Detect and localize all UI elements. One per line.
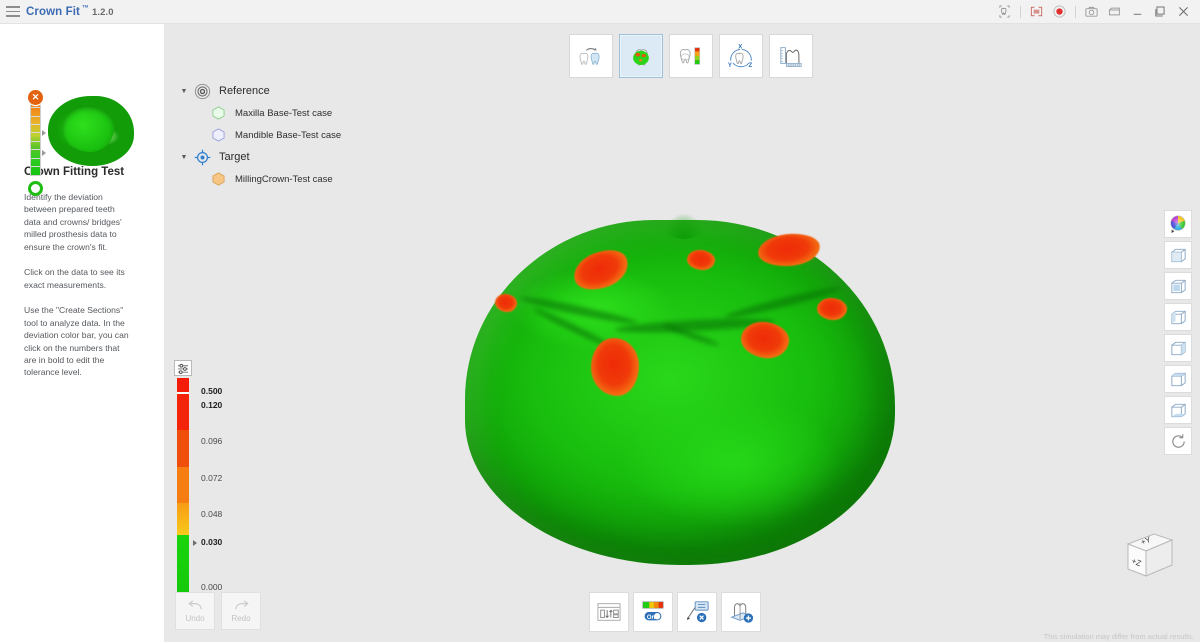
close-icon[interactable] bbox=[1173, 2, 1194, 22]
create-sections-tool[interactable] bbox=[721, 592, 761, 632]
record-icon[interactable] bbox=[1049, 2, 1070, 22]
tree-group-reference[interactable]: ▼ Reference bbox=[177, 80, 407, 102]
thumbnail-color-bar bbox=[30, 98, 41, 176]
target-crosshair-icon bbox=[191, 149, 213, 166]
legend-value-5[interactable]: 0.030 bbox=[201, 537, 222, 547]
tree-item-mandible-base-label: Mandible Base-Test case bbox=[235, 129, 342, 141]
svg-text:On: On bbox=[647, 615, 656, 621]
view-right-tool[interactable] bbox=[1164, 334, 1192, 362]
trademark-symbol: ™ bbox=[81, 5, 90, 13]
app-version-text: 1.2.0 bbox=[92, 6, 114, 18]
svg-text:Y: Y bbox=[728, 63, 732, 69]
maxilla-color-swatch-icon bbox=[207, 106, 229, 120]
color-bar-scale[interactable]: 0.500 0.120 0.096 0.072 0.048 0.030 0.00… bbox=[177, 378, 222, 594]
gallery-icon[interactable] bbox=[1104, 2, 1125, 22]
align-data-tool[interactable] bbox=[569, 34, 613, 78]
bottom-toolbar: On bbox=[589, 592, 761, 632]
chevron-down-icon[interactable]: ▼ bbox=[177, 88, 191, 95]
camera-icon[interactable] bbox=[1081, 2, 1102, 22]
view-top-tool[interactable] bbox=[1164, 365, 1192, 393]
color-wheel-tool[interactable] bbox=[1164, 210, 1192, 238]
crown-preview-thumbnail[interactable]: ✕ bbox=[0, 24, 165, 196]
history-controls: Undo Redo bbox=[175, 592, 261, 630]
mandible-color-swatch-icon bbox=[207, 128, 229, 142]
minimize-icon[interactable] bbox=[1127, 2, 1148, 22]
tree-item-milling-crown-label: MillingCrown-Test case bbox=[235, 173, 333, 185]
reset-view-tool[interactable] bbox=[1164, 427, 1192, 455]
legend-value-6: 0.000 bbox=[201, 582, 223, 592]
tree-group-target-label: Target bbox=[219, 151, 250, 163]
app-title: Crown Fit ™ 1.2.0 bbox=[26, 5, 114, 18]
app-name-text: Crown Fit bbox=[26, 5, 80, 18]
deviation-color-bar: 0.500 0.120 0.096 0.072 0.048 0.030 0.00… bbox=[173, 360, 243, 594]
svg-text:Z: Z bbox=[748, 63, 752, 69]
region-capture-icon[interactable] bbox=[1026, 2, 1047, 22]
tree-group-reference-label: Reference bbox=[219, 85, 270, 97]
chevron-down-icon-target[interactable]: ▼ bbox=[177, 154, 191, 161]
legend-value-3: 0.072 bbox=[201, 473, 223, 483]
measure-tool[interactable] bbox=[769, 34, 813, 78]
view-left-tool[interactable] bbox=[1164, 303, 1192, 331]
milling-crown-color-swatch-icon bbox=[207, 172, 229, 186]
crown-fit-application: Crown Fit ™ 1.2.0 ✕ Crown Fitting Test I… bbox=[0, 0, 1200, 642]
thumbnail-max-marker: ✕ bbox=[28, 90, 43, 105]
rotate-axes-tool[interactable]: X Y Z bbox=[719, 34, 763, 78]
thumbnail-tick-upper bbox=[42, 130, 46, 136]
toolbar-divider bbox=[1020, 5, 1021, 18]
tolerance-marker-icon bbox=[193, 540, 197, 546]
left-sidebar: ✕ Crown Fitting Test Identify the deviat… bbox=[0, 24, 165, 642]
sidebar-description-2: Click on the data to see its exact measu… bbox=[24, 267, 125, 290]
crown-deviation-3d-model[interactable] bbox=[465, 213, 895, 565]
thumbnail-min-marker bbox=[28, 181, 43, 196]
window-controls bbox=[994, 0, 1200, 24]
title-bar: Crown Fit ™ 1.2.0 bbox=[0, 0, 1200, 24]
main-viewport: X Y Z ▼ Reference Maxilla Base-Test case… bbox=[165, 24, 1200, 642]
thumbnail-crown-model bbox=[48, 96, 134, 166]
tree-item-maxilla-base-label: Maxilla Base-Test case bbox=[235, 107, 333, 119]
redo-button[interactable]: Redo bbox=[221, 592, 261, 630]
maximize-icon[interactable] bbox=[1150, 2, 1171, 22]
color-bar-toggle-tool[interactable]: On bbox=[633, 592, 673, 632]
tree-item-milling-crown[interactable]: MillingCrown-Test case bbox=[177, 168, 407, 190]
thumbnail-tick-lower bbox=[42, 150, 46, 156]
legend-value-4: 0.048 bbox=[201, 509, 223, 519]
toolbar-divider-2 bbox=[1075, 5, 1076, 18]
data-tree: ▼ Reference Maxilla Base-Test case Mandi… bbox=[177, 80, 407, 190]
deviation-map-tool[interactable] bbox=[619, 34, 663, 78]
legend-value-2: 0.096 bbox=[201, 436, 223, 446]
view-front-tool[interactable] bbox=[1164, 272, 1192, 300]
view-toolbar bbox=[1164, 210, 1192, 455]
tooth-analysis-icon[interactable] bbox=[994, 2, 1015, 22]
color-scale-tool[interactable] bbox=[669, 34, 713, 78]
sidebar-description-1: Identify the deviation between prepared … bbox=[24, 192, 122, 252]
view-isometric-tool[interactable] bbox=[1164, 241, 1192, 269]
crown-surface bbox=[465, 220, 895, 565]
legend-settings-icon[interactable] bbox=[174, 360, 192, 376]
orientation-cube[interactable]: +Y +Z bbox=[1120, 528, 1178, 584]
undo-button[interactable]: Undo bbox=[175, 592, 215, 630]
tree-group-target[interactable]: ▼ Target bbox=[177, 146, 407, 168]
top-toolbar: X Y Z bbox=[569, 34, 813, 78]
annotation-delete-tool[interactable] bbox=[677, 592, 717, 632]
reference-target-icon bbox=[191, 83, 213, 100]
tree-item-maxilla-base[interactable]: Maxilla Base-Test case bbox=[177, 102, 407, 124]
redo-label: Redo bbox=[231, 614, 251, 623]
undo-label: Undo bbox=[185, 614, 205, 623]
sidebar-description-3: Use the "Create Sections" tool to analyz… bbox=[24, 305, 129, 378]
crown-notch bbox=[662, 213, 705, 240]
legend-value-0[interactable]: 0.500 bbox=[201, 386, 222, 396]
view-bottom-tool[interactable] bbox=[1164, 396, 1192, 424]
disclaimer-text: This simulation may differ from actual r… bbox=[1043, 632, 1194, 641]
page-title: Crown Fitting Test bbox=[24, 166, 125, 178]
legend-value-1[interactable]: 0.120 bbox=[201, 400, 222, 410]
hamburger-menu-icon[interactable] bbox=[0, 0, 26, 24]
tree-item-mandible-base[interactable]: Mandible Base-Test case bbox=[177, 124, 407, 146]
panel-layout-tool[interactable] bbox=[589, 592, 629, 632]
